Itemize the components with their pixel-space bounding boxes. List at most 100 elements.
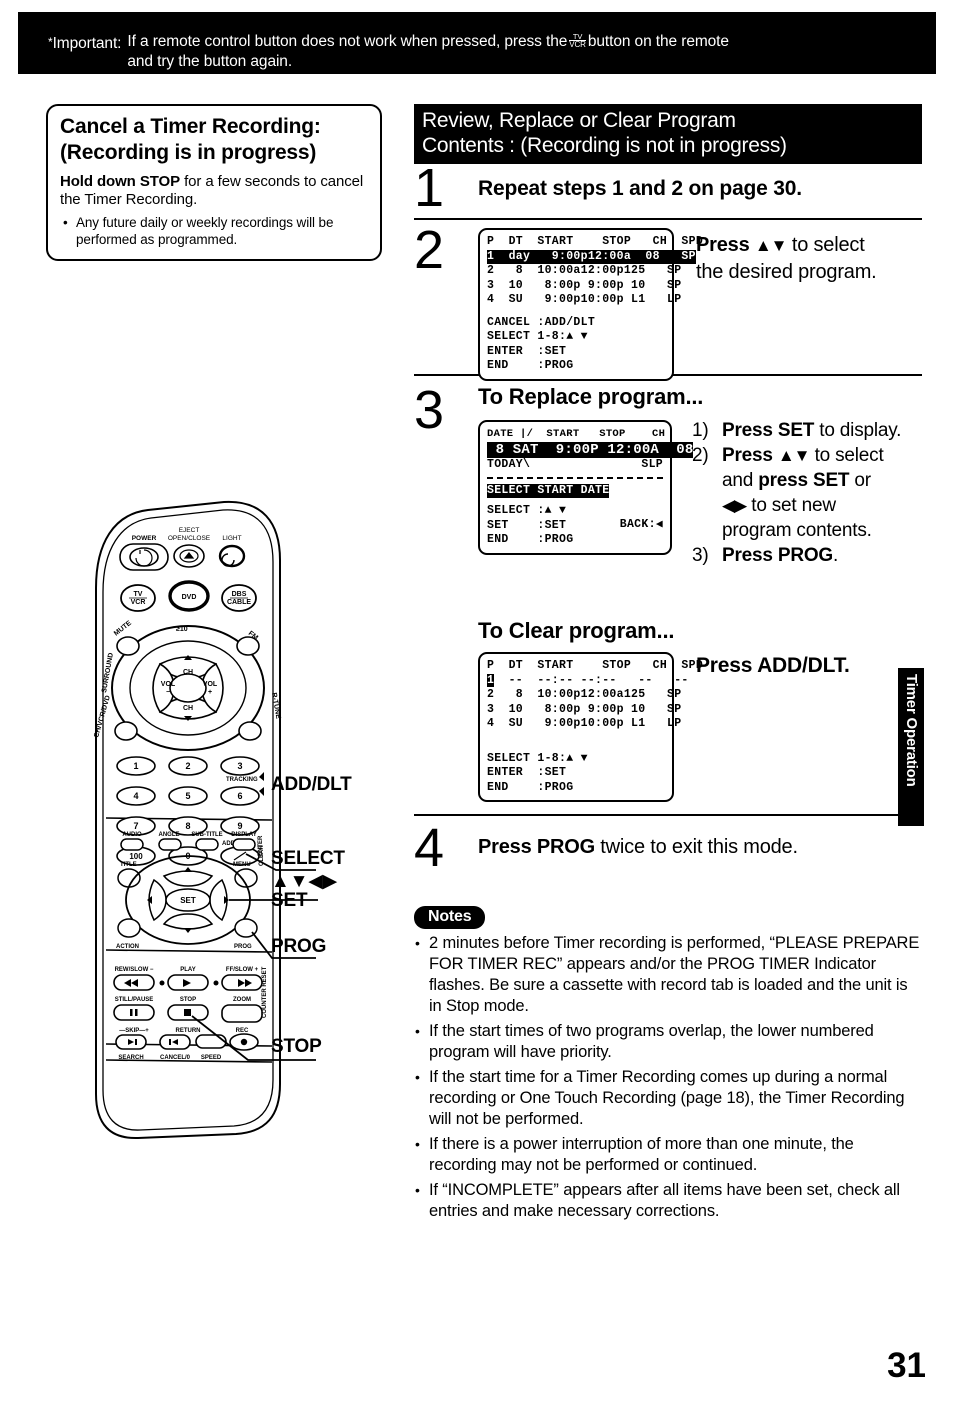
svg-text:EJECT: EJECT [179,527,200,534]
note-item: 2 minutes before Timer recording is perf… [414,933,922,1017]
step-3-instructions: 1) Press SET to display. 2) Press ▲▼ to … [692,418,932,568]
osd-review-footer-4: END :PROG [487,359,574,372]
svg-text:TITLE: TITLE [120,862,137,868]
important-label: *Important: [48,35,121,52]
svg-text:STILL/PAUSE: STILL/PAUSE [115,997,154,1003]
cancel-box-bullet: Any future daily or weekly recordings wi… [60,215,368,248]
step-3-item-2-press: Press [722,445,778,466]
step-3-number: 3 [414,380,445,440]
svg-text:CH: CH [183,669,193,676]
osd-clear-header: P DT START STOP CH SPD [487,659,704,672]
clear-instruction: Press ADD/DLT. [696,654,850,677]
step-3-item-2-rest: to select [809,445,884,466]
step-3-item-2-setnew: to set new [746,495,836,516]
osd-review-footer-2: SELECT 1-8:▲ ▼ [487,330,588,343]
manual-page: *Important: If a remote control button do… [0,0,954,1402]
callout-stop: STOP [271,1036,322,1057]
svg-text:MENU: MENU [233,862,251,868]
svg-text:DISPLAY: DISPLAY [231,832,256,838]
step-3-item-2-and: and [722,470,759,491]
svg-text:AUDIO: AUDIO [122,832,142,838]
step-2-number: 2 [414,220,445,280]
cancel-timer-recording-box: Cancel a Timer Recording: (Recording is … [46,104,382,261]
tv-vcr-top: TV [572,32,583,41]
clear-heading: To Clear program... [478,618,675,643]
step-3-item-2-or: or [849,470,871,491]
step-1-number: 1 [414,158,445,218]
important-banner: *Important: If a remote control button do… [18,12,936,74]
note-item: If the start times of two programs overl… [414,1021,922,1063]
svg-text:TV: TV [134,591,143,598]
step-1: 1 Repeat steps 1 and 2 on page 30. [414,158,922,218]
svg-text:8: 8 [185,821,190,831]
svg-text:4: 4 [133,791,138,801]
svg-text:1: 1 [133,761,138,771]
callout-add-dlt: ADD/DLT [271,774,352,795]
step-4: 4 Press PROG twice to exit this mode. [414,816,922,900]
svg-text:DBS: DBS [232,591,247,598]
svg-text:CH: CH [183,705,193,712]
osd-clear-row-3: 3 10 8:00p 9:00p 10 SP [487,702,682,716]
cancel-box-title-line1: Cancel a Timer Recording: [60,115,321,138]
step-3: 3 To Replace program... DATE |/ START ST… [414,376,922,614]
svg-text:VOL: VOL [203,681,218,688]
cancel-box-title-line2: (Recording is in progress) [60,141,317,164]
step-3-heading: To Replace program... [478,384,704,409]
cancel-box-lead-bold: Hold down STOP [60,173,180,190]
osd-clear-row-1-dashes: -- --:-- --:-- -- -- [494,673,689,687]
important-banner-text: *Important: If a remote control button do… [48,32,928,72]
osd-replace-banner-wrap: SELECT START DATE [487,483,663,498]
svg-text:STOP: STOP [180,997,196,1003]
remote-control-diagram: POWER EJECT OPEN/CLOSE LIGHT TV VCR DVD D… [76,488,396,1168]
svg-text:≥10: ≥10 [176,626,188,633]
callout-select: SELECT [271,848,345,870]
osd-replace-back: BACK:◀ [619,518,663,531]
svg-text:RETURN: RETURN [176,1028,201,1034]
osd-replace-slp: SLP [641,458,663,471]
step-4-text: Press PROG twice to exit this mode. [478,836,922,859]
osd-review-row-3: 3 10 8:00p 9:00p 10 SP [487,278,682,292]
right-column: Review, Replace or Clear Program Content… [414,104,922,1222]
step-1-text: Repeat steps 1 and 2 on page 30. [478,177,802,200]
important-word: Important: [52,35,122,52]
osd-replace-footer-3: END :PROG [487,533,574,546]
svg-text:CABLE: CABLE [227,599,251,606]
step-3-item-1-rest: to display. [814,420,902,441]
svg-text:—SKIP—+: —SKIP—+ [119,1028,149,1034]
osd-review-row-1-wrap: 1 day 9:00p12:00a 08 SP [487,249,696,264]
notes-section: Notes 2 minutes before Timer recording i… [414,906,922,1222]
step-4-rest: twice to exit this mode. [594,836,798,858]
svg-text:5: 5 [185,791,190,801]
osd-replace-banner: SELECT START DATE [487,483,610,498]
osd-review-row-2: 2 8 10:00a12:00p125 SP [487,264,682,277]
osd-replace-footer: SELECT :▲ ▼ SET :SET END :PROG BACK:◀ [487,504,663,548]
tv-vcr-button-icon: TV VCR [569,32,586,49]
section-header-line2: Contents : (Recording is not in progress… [422,134,787,157]
step-3-item-3-rest: . [833,545,839,566]
important-line1a: If a remote control button does not work… [127,33,568,50]
notes-badge: Notes [414,906,486,929]
osd-clear-footer-1: SELECT 1-8:▲ ▼ [487,751,588,765]
svg-text:DVD: DVD [182,594,197,601]
svg-text:3: 3 [237,761,242,771]
osd-clear-footer-3: END :PROG [487,780,574,794]
section-header: Review, Replace or Clear Program Content… [414,104,922,164]
tv-vcr-bottom: VCR [569,40,586,49]
step-3-item-2-number: 2) [692,445,709,466]
important-line2: and try the button again. [127,53,293,70]
svg-text:OPEN/CLOSE: OPEN/CLOSE [168,535,211,542]
svg-text:−: − [166,689,170,696]
step-3-item-3: 3) Press PROG. [692,543,932,568]
osd-replace-today-row: TODAY\ SLP [487,458,663,473]
svg-text:VCR: VCR [131,599,146,606]
cancel-box-lead: Hold down STOP for a few seconds to canc… [60,173,368,209]
osd-replace-footer-2: SET :SET [487,518,567,532]
svg-text:SET: SET [180,896,196,905]
step-3-item-1-number: 1) [692,420,709,441]
step-3-item-2-press-set: press SET [758,470,850,491]
step-3-item-3-bold: Press PROG [722,545,833,566]
step-2-instruction: Press ▲▼ to select the desired program. [696,232,926,285]
callout-prog: PROG [271,936,327,957]
svg-text:PROG: PROG [234,944,252,950]
osd-review-row-4: 4 SU 9:00p10:00p L1 LP [487,293,682,306]
